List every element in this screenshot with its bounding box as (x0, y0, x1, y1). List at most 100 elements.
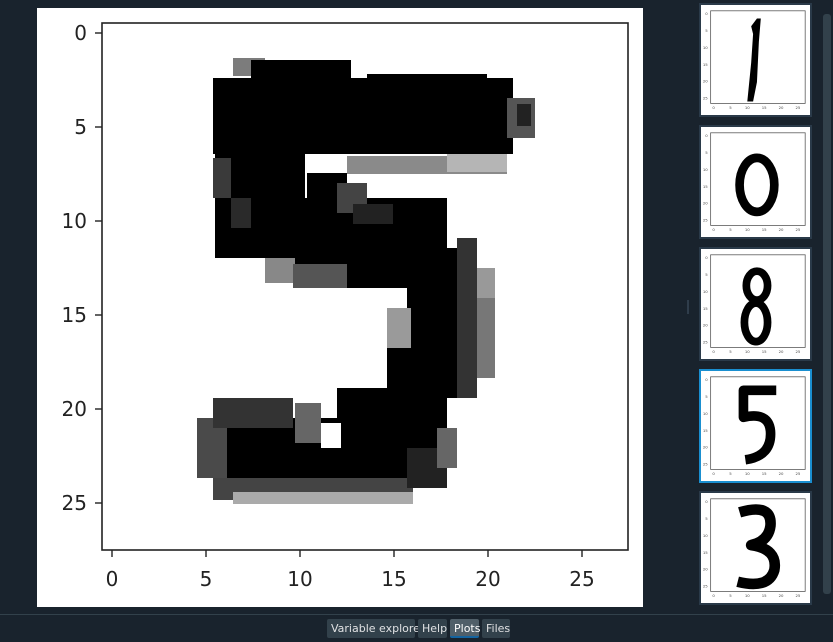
thumb-x-tick-label: 0 (712, 349, 715, 354)
thumb-y-tick-label: 10 (703, 411, 708, 416)
thumb-x-tick-label: 20 (779, 471, 784, 476)
thumb-x-tick-label: 5 (729, 227, 732, 232)
y-tick-label: 5 (74, 115, 87, 139)
pane-splitter[interactable] (682, 0, 696, 614)
y-tick-label: 25 (62, 491, 87, 515)
tab-variable-explorer[interactable]: Variable explorer (327, 619, 424, 638)
x-axis-ticks: 0 5 10 15 20 25 (106, 550, 595, 591)
thumb-y-tick-label: 0 (705, 133, 708, 138)
x-tick-label: 0 (106, 567, 119, 591)
thumb-x-tick-label: 15 (762, 593, 767, 598)
tab-files[interactable]: Files (482, 619, 510, 638)
thumb-y-tick-label: 25 (703, 584, 708, 589)
thumbnail-plot: 0 0 5 5 10 10 15 15 20 20 25 25 (703, 376, 806, 476)
thumb-x-tick-label: 5 (729, 471, 732, 476)
thumb-y-tick-label: 0 (705, 499, 708, 504)
thumb-y-tick-label: 10 (703, 289, 708, 294)
thumb-y-tick-label: 25 (703, 340, 708, 345)
thumb-y-tick-label: 5 (705, 150, 708, 155)
thumb-x-tick-label: 15 (762, 227, 767, 232)
plots-pane: 0 5 10 15 20 25 0 5 10 15 20 25 (0, 0, 682, 614)
thumbnail-plot: 0 0 5 5 10 10 15 15 20 20 25 25 (703, 254, 806, 354)
dock-tab-bar: Variable explorer Help Plots Files (0, 614, 833, 642)
thumbnail-plot: 0 0 5 5 10 10 15 15 20 20 25 25 (703, 10, 806, 110)
thumb-x-tick-label: 20 (779, 105, 784, 110)
y-tick-label: 20 (62, 397, 87, 421)
thumb-x-tick-label: 10 (745, 593, 750, 598)
thumb-x-tick-label: 25 (795, 471, 800, 476)
thumb-x-tick-label: 10 (745, 349, 750, 354)
thumb-x-tick-label: 20 (779, 349, 784, 354)
thumb-x-tick-label: 15 (762, 471, 767, 476)
thumb-y-tick-label: 20 (703, 445, 708, 450)
thumb-x-tick-label: 25 (795, 105, 800, 110)
thumb-y-tick-label: 15 (703, 62, 708, 67)
thumb-y-tick-label: 0 (705, 255, 708, 260)
thumb-x-tick-label: 5 (729, 105, 732, 110)
thumb-y-tick-label: 20 (703, 201, 708, 206)
x-tick-label: 15 (381, 567, 406, 591)
thumb-y-tick-label: 15 (703, 550, 708, 555)
thumb-y-tick-label: 25 (703, 96, 708, 101)
plot-thumbnail-digit-5[interactable]: 0 0 5 5 10 10 15 15 20 20 25 25 (699, 369, 812, 483)
tab-help[interactable]: Help (418, 619, 447, 638)
thumb-x-tick-label: 0 (712, 105, 715, 110)
thumb-y-tick-label: 5 (705, 394, 708, 399)
thumb-y-tick-label: 25 (703, 218, 708, 223)
thumb-x-tick-label: 5 (729, 349, 732, 354)
thumb-y-tick-label: 10 (703, 45, 708, 50)
thumbnail-digit-image (735, 153, 779, 217)
plot-thumbnail-digit-1[interactable]: 0 0 5 5 10 10 15 15 20 20 25 25 (699, 3, 812, 117)
thumbnail-scrollbar[interactable] (821, 0, 833, 614)
thumb-x-tick-label: 20 (779, 593, 784, 598)
plot-thumbnail-digit-0[interactable]: 0 0 5 5 10 10 15 15 20 20 25 25 (699, 125, 812, 239)
x-tick-label: 10 (287, 567, 312, 591)
thumb-x-tick-label: 25 (795, 349, 800, 354)
thumbnail-digit-image (736, 504, 781, 590)
x-tick-label: 25 (569, 567, 594, 591)
x-tick-label: 20 (475, 567, 500, 591)
thumb-x-tick-label: 0 (712, 227, 715, 232)
thumb-y-tick-label: 20 (703, 323, 708, 328)
splitter-grip-icon[interactable] (687, 300, 689, 314)
thumb-x-tick-label: 25 (795, 227, 800, 232)
thumb-x-tick-label: 10 (745, 471, 750, 476)
y-tick-label: 10 (62, 209, 87, 233)
plot-thumbnail-digit-3[interactable]: 0 0 5 5 10 10 15 15 20 20 25 25 (699, 491, 812, 605)
thumb-x-tick-label: 0 (712, 593, 715, 598)
thumb-y-tick-label: 25 (703, 462, 708, 467)
scrollbar-thumb[interactable] (823, 14, 831, 594)
thumb-x-tick-label: 10 (745, 105, 750, 110)
thumb-y-tick-label: 5 (705, 28, 708, 33)
thumb-x-tick-label: 20 (779, 227, 784, 232)
thumb-y-tick-label: 20 (703, 79, 708, 84)
digit-image-plot: 0 5 10 15 20 25 0 5 10 15 20 25 (62, 21, 629, 591)
thumbnail-digit-image (747, 18, 761, 102)
thumbnail-digit-image (740, 267, 772, 346)
thumb-y-tick-label: 0 (705, 11, 708, 16)
thumb-y-tick-label: 15 (703, 428, 708, 433)
y-tick-label: 15 (62, 303, 87, 327)
tab-plots[interactable]: Plots (450, 619, 480, 638)
thumb-y-tick-label: 20 (703, 567, 708, 572)
thumb-x-tick-label: 25 (795, 593, 800, 598)
main-figure: 0 5 10 15 20 25 0 5 10 15 20 25 (37, 8, 643, 607)
digit-five-image (197, 58, 535, 504)
thumb-y-tick-label: 15 (703, 306, 708, 311)
y-tick-label: 0 (74, 21, 87, 45)
plot-thumbnail-digit-8[interactable]: 0 0 5 5 10 10 15 15 20 20 25 25 (699, 247, 812, 361)
thumb-y-tick-label: 15 (703, 184, 708, 189)
thumbnail-digit-image (738, 385, 777, 465)
thumb-x-tick-label: 0 (712, 471, 715, 476)
thumb-y-tick-label: 10 (703, 533, 708, 538)
thumbnail-panel: 0 0 5 5 10 10 15 15 20 20 25 25 0 0 5 5 10 10 15 15 20 20 25 25… (696, 0, 820, 614)
x-tick-label: 5 (200, 567, 213, 591)
y-axis-ticks: 0 5 10 15 20 25 (62, 21, 102, 515)
thumb-x-tick-label: 15 (762, 105, 767, 110)
thumbnail-plot: 0 0 5 5 10 10 15 15 20 20 25 25 (703, 498, 806, 598)
thumbnail-plot: 0 0 5 5 10 10 15 15 20 20 25 25 (703, 132, 806, 232)
thumb-x-tick-label: 10 (745, 227, 750, 232)
thumb-y-tick-label: 5 (705, 272, 708, 277)
thumb-y-tick-label: 5 (705, 516, 708, 521)
thumb-x-tick-label: 15 (762, 349, 767, 354)
